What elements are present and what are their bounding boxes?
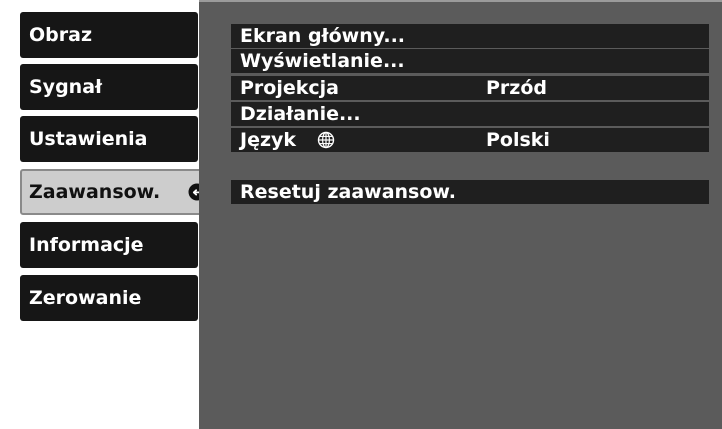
menu-item-label: Projekcja — [240, 77, 339, 99]
menu-item-wyswietlanie[interactable]: Wyświetlanie... — [231, 49, 709, 73]
sidebar-item-label: Zaawansow. — [29, 181, 161, 203]
sidebar-item-informacje[interactable]: Informacje — [20, 222, 198, 268]
sidebar-item-label: Ustawienia — [29, 128, 148, 150]
sidebar-item-label: Obraz — [29, 24, 93, 46]
menu-item-resetuj-zaawansow[interactable]: Resetuj zaawansow. — [231, 180, 709, 204]
menu-item-label: Resetuj zaawansow. — [240, 181, 456, 203]
menu-item-ekran-glowny[interactable]: Ekran główny... — [231, 24, 709, 48]
sidebar-item-zaawansow[interactable]: Zaawansow. — [20, 169, 214, 215]
sidebar-item-obraz[interactable]: Obraz — [20, 12, 198, 58]
sidebar-item-zerowanie[interactable]: Zerowanie — [20, 275, 198, 321]
menu-item-value: Przód — [486, 77, 548, 99]
menu-item-dzialanie[interactable]: Działanie... — [231, 102, 709, 126]
sidebar: Obraz Sygnał Ustawienia Zaawansow. Infor… — [0, 0, 215, 429]
menu-item-projekcja[interactable]: Projekcja Przód — [231, 76, 709, 100]
menu-item-label: Wyświetlanie... — [240, 50, 405, 72]
menu-item-jezyk[interactable]: Język Polski — [231, 128, 709, 152]
menu-item-label: Działanie... — [240, 103, 361, 125]
menu-item-value: Polski — [486, 129, 550, 151]
sidebar-item-label: Sygnał — [29, 76, 103, 98]
sidebar-item-ustawienia[interactable]: Ustawienia — [20, 116, 198, 162]
sidebar-item-sygnal[interactable]: Sygnał — [20, 64, 198, 110]
sidebar-item-label: Zerowanie — [29, 287, 142, 309]
sidebar-item-label: Informacje — [29, 234, 144, 256]
globe-icon — [317, 131, 335, 149]
menu-item-label: Język — [240, 129, 297, 151]
menu-item-label: Ekran główny... — [240, 25, 406, 47]
